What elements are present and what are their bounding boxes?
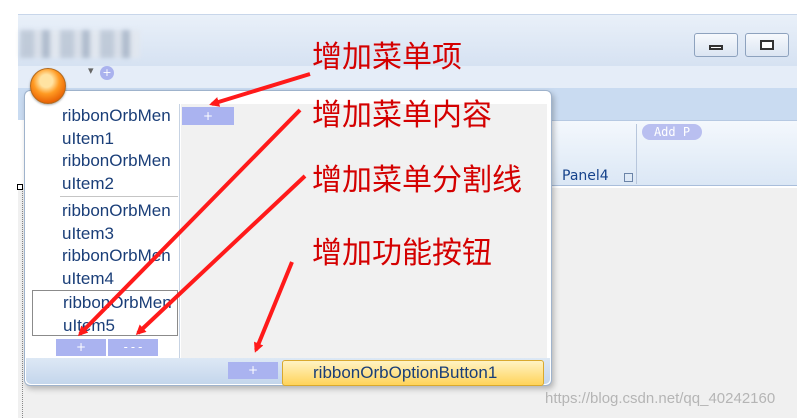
blurred-window-title <box>20 30 140 58</box>
orb-menu-item-4[interactable]: ribbonOrbMenuItem4 <box>32 244 178 290</box>
qat-add-button[interactable]: + <box>100 66 114 80</box>
annotation-add-menu-item: 增加菜单项 <box>312 40 462 75</box>
resize-handle[interactable] <box>17 184 23 190</box>
qat-dropdown-icon[interactable]: ▾ <box>88 64 94 77</box>
maximize-button[interactable] <box>745 33 789 57</box>
selection-guide <box>22 188 23 418</box>
minimize-button[interactable] <box>694 33 738 57</box>
add-separator-button[interactable]: --- <box>108 339 158 356</box>
maximize-icon <box>760 40 774 50</box>
orb-menu-item-2[interactable]: ribbonOrbMenuItem2 <box>32 149 178 195</box>
orb-menu-item-3[interactable]: ribbonOrbMenuItem3 <box>32 199 178 245</box>
orb-menu-item-5[interactable]: ribbonOrbMenuItem5 <box>32 290 178 336</box>
orb-menu-item-1[interactable]: ribbonOrbMenuItem1 <box>32 104 178 150</box>
panel-divider <box>636 124 637 184</box>
annotation-add-separator: 增加菜单分割线 <box>312 163 522 198</box>
watermark: https://blog.csdn.net/qq_40242160 <box>545 390 776 407</box>
orb-button[interactable] <box>30 68 66 104</box>
annotation-add-function-button: 增加功能按钮 <box>312 236 492 271</box>
annotation-add-menu-content: 增加菜单内容 <box>312 98 492 133</box>
add-option-button[interactable]: + <box>228 362 278 379</box>
minimize-icon <box>709 44 723 50</box>
add-panel-button[interactable]: Add P <box>642 124 702 140</box>
orb-option-button[interactable]: ribbonOrbOptionButton1 <box>282 360 544 386</box>
add-menu-item-button[interactable]: + <box>182 107 234 125</box>
panel-launcher-icon[interactable] <box>624 173 633 182</box>
orb-menu-separator <box>60 196 178 197</box>
panel4-label: Panel4 <box>562 168 609 184</box>
add-menu-content-button[interactable]: + <box>56 339 106 356</box>
